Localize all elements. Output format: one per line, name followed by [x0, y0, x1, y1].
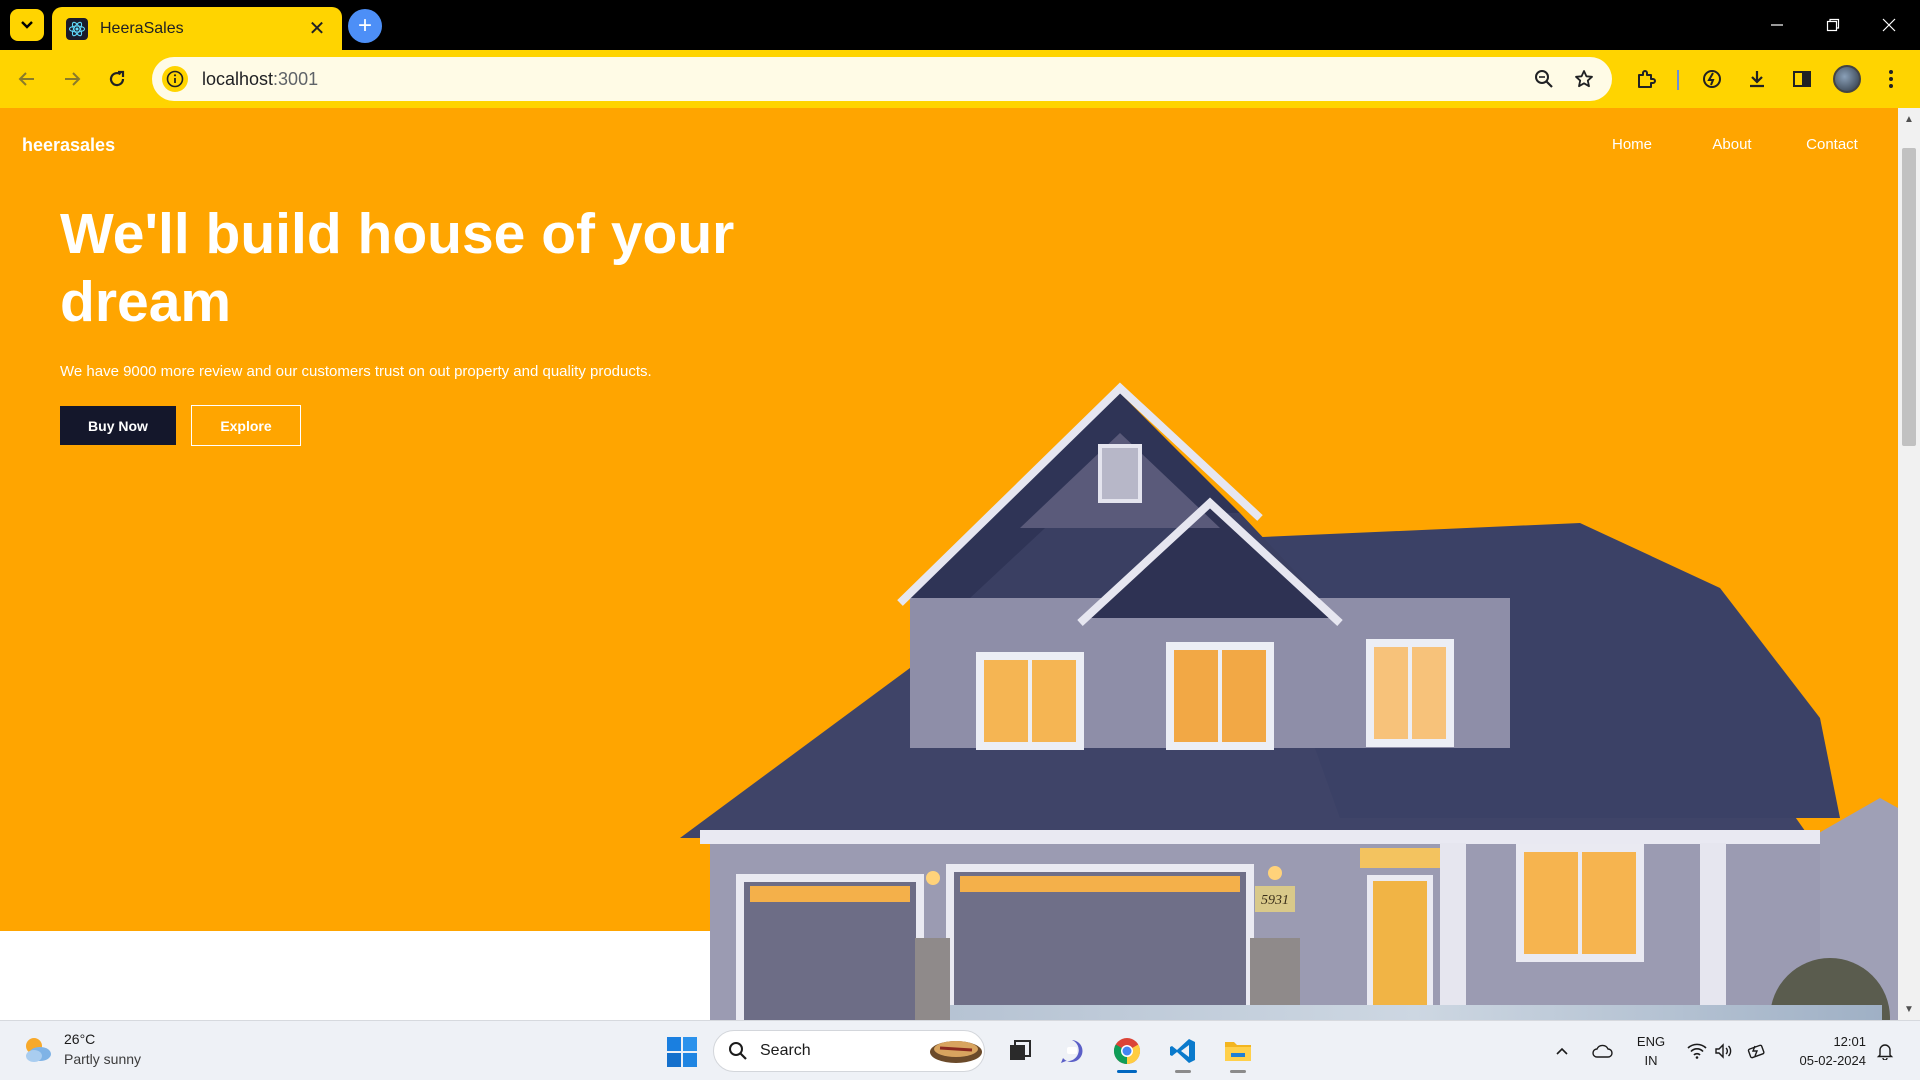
extensions-icon[interactable]	[1629, 62, 1663, 96]
new-tab-button[interactable]: +	[348, 9, 382, 43]
partly-sunny-icon	[26, 1038, 51, 1062]
tab-title: HeeraSales	[100, 19, 184, 37]
weather-condition: Partly sunny	[64, 1051, 142, 1067]
teams-chat-icon[interactable]	[1052, 1031, 1092, 1071]
url-host: localhost	[202, 68, 274, 89]
language-line2: IN	[1644, 1053, 1658, 1068]
hero-subtitle: We have 9000 more review and our custome…	[60, 363, 652, 380]
side-panel-icon[interactable]	[1785, 62, 1819, 96]
windows-start-icon[interactable]	[666, 1036, 698, 1068]
house-image: 5931	[680, 382, 1898, 1020]
running-app-indicator	[1230, 1070, 1246, 1073]
nav-about-link[interactable]: About	[1682, 136, 1782, 153]
page-viewport: heerasales Home About Contact We'll buil…	[0, 108, 1898, 1020]
minimize-icon[interactable]	[1750, 10, 1804, 40]
tab-close-icon[interactable]: ✕	[306, 16, 328, 41]
clock-time: 12:01	[1833, 1034, 1866, 1049]
browser-titlebar: HeeraSales ✕ +	[0, 0, 1920, 50]
onedrive-cloud-icon[interactable]	[1590, 1039, 1614, 1063]
chrome-app-icon[interactable]	[1107, 1031, 1147, 1073]
clock-date: 05-02-2024	[1799, 1053, 1867, 1068]
nav-home-link[interactable]: Home	[1582, 136, 1682, 153]
page-scrollbar[interactable]: ▲ ▼	[1898, 108, 1920, 1020]
nav-contact-link[interactable]: Contact	[1782, 136, 1882, 153]
search-icon	[729, 1042, 747, 1060]
active-app-indicator	[1117, 1070, 1137, 1073]
house-number: 5931	[1261, 893, 1289, 908]
url-port: :3001	[273, 68, 319, 89]
scroll-down-icon[interactable]: ▼	[1898, 998, 1920, 1020]
weather-widget[interactable]: 26°C Partly sunny	[20, 1029, 141, 1069]
search-label: Search	[760, 1042, 811, 1059]
close-window-icon[interactable]	[1862, 10, 1916, 40]
vscode-app-icon[interactable]	[1163, 1031, 1203, 1073]
zoom-icon[interactable]	[1524, 59, 1564, 99]
battery-charging-icon[interactable]	[1745, 1039, 1769, 1063]
react-favicon-icon	[66, 17, 88, 40]
forward-icon[interactable]	[55, 62, 89, 96]
restore-icon[interactable]	[1806, 10, 1860, 40]
chevron-down-icon	[21, 21, 33, 29]
taskbar-search[interactable]: Search	[713, 1030, 985, 1072]
buy-now-button[interactable]: Buy Now	[60, 406, 176, 445]
next-section-image	[950, 1005, 1882, 1020]
scroll-up-icon[interactable]: ▲	[1898, 108, 1920, 130]
site-info-icon[interactable]	[162, 66, 188, 92]
system-clock[interactable]: 12:01 05-02-2024	[1786, 1032, 1867, 1070]
browser-tab[interactable]: HeeraSales ✕	[52, 7, 342, 50]
site-brand[interactable]: heerasales	[22, 135, 115, 156]
volume-icon[interactable]	[1712, 1039, 1736, 1063]
chevron-up-icon[interactable]	[1550, 1039, 1574, 1063]
url-text: localhost:3001	[202, 69, 1524, 90]
reload-icon[interactable]	[100, 62, 134, 96]
hero-title: We'll build house of your dream	[60, 202, 735, 334]
tab-search-button[interactable]	[10, 9, 44, 41]
download-icon[interactable]	[1740, 62, 1774, 96]
scrollbar-thumb[interactable]	[1902, 148, 1916, 446]
windows-taskbar: 26°C Partly sunny Search ENG IN 12:01 05…	[0, 1020, 1920, 1080]
toolbar-divider	[1677, 70, 1679, 90]
language-line1: ENG	[1636, 1034, 1666, 1049]
weather-temperature: 26°C	[64, 1031, 96, 1047]
bookmark-star-icon[interactable]	[1564, 59, 1604, 99]
performance-icon[interactable]	[1695, 62, 1729, 96]
site-nav: Home About Contact	[1582, 136, 1882, 153]
back-icon[interactable]	[10, 62, 44, 96]
menu-kebab-icon[interactable]	[1874, 62, 1908, 96]
search-highlight-icon	[930, 1041, 982, 1063]
file-explorer-icon[interactable]	[1218, 1031, 1258, 1073]
browser-toolbar: localhost:3001	[0, 50, 1920, 108]
notification-bell-icon[interactable]	[1873, 1039, 1897, 1063]
explore-button[interactable]: Explore	[191, 405, 301, 446]
profile-avatar[interactable]	[1830, 62, 1864, 96]
wifi-icon[interactable]	[1685, 1039, 1709, 1063]
running-app-indicator	[1175, 1070, 1191, 1073]
language-indicator[interactable]: ENG IN	[1634, 1032, 1668, 1070]
address-bar[interactable]: localhost:3001	[152, 57, 1612, 101]
task-view-icon[interactable]	[1000, 1031, 1040, 1071]
